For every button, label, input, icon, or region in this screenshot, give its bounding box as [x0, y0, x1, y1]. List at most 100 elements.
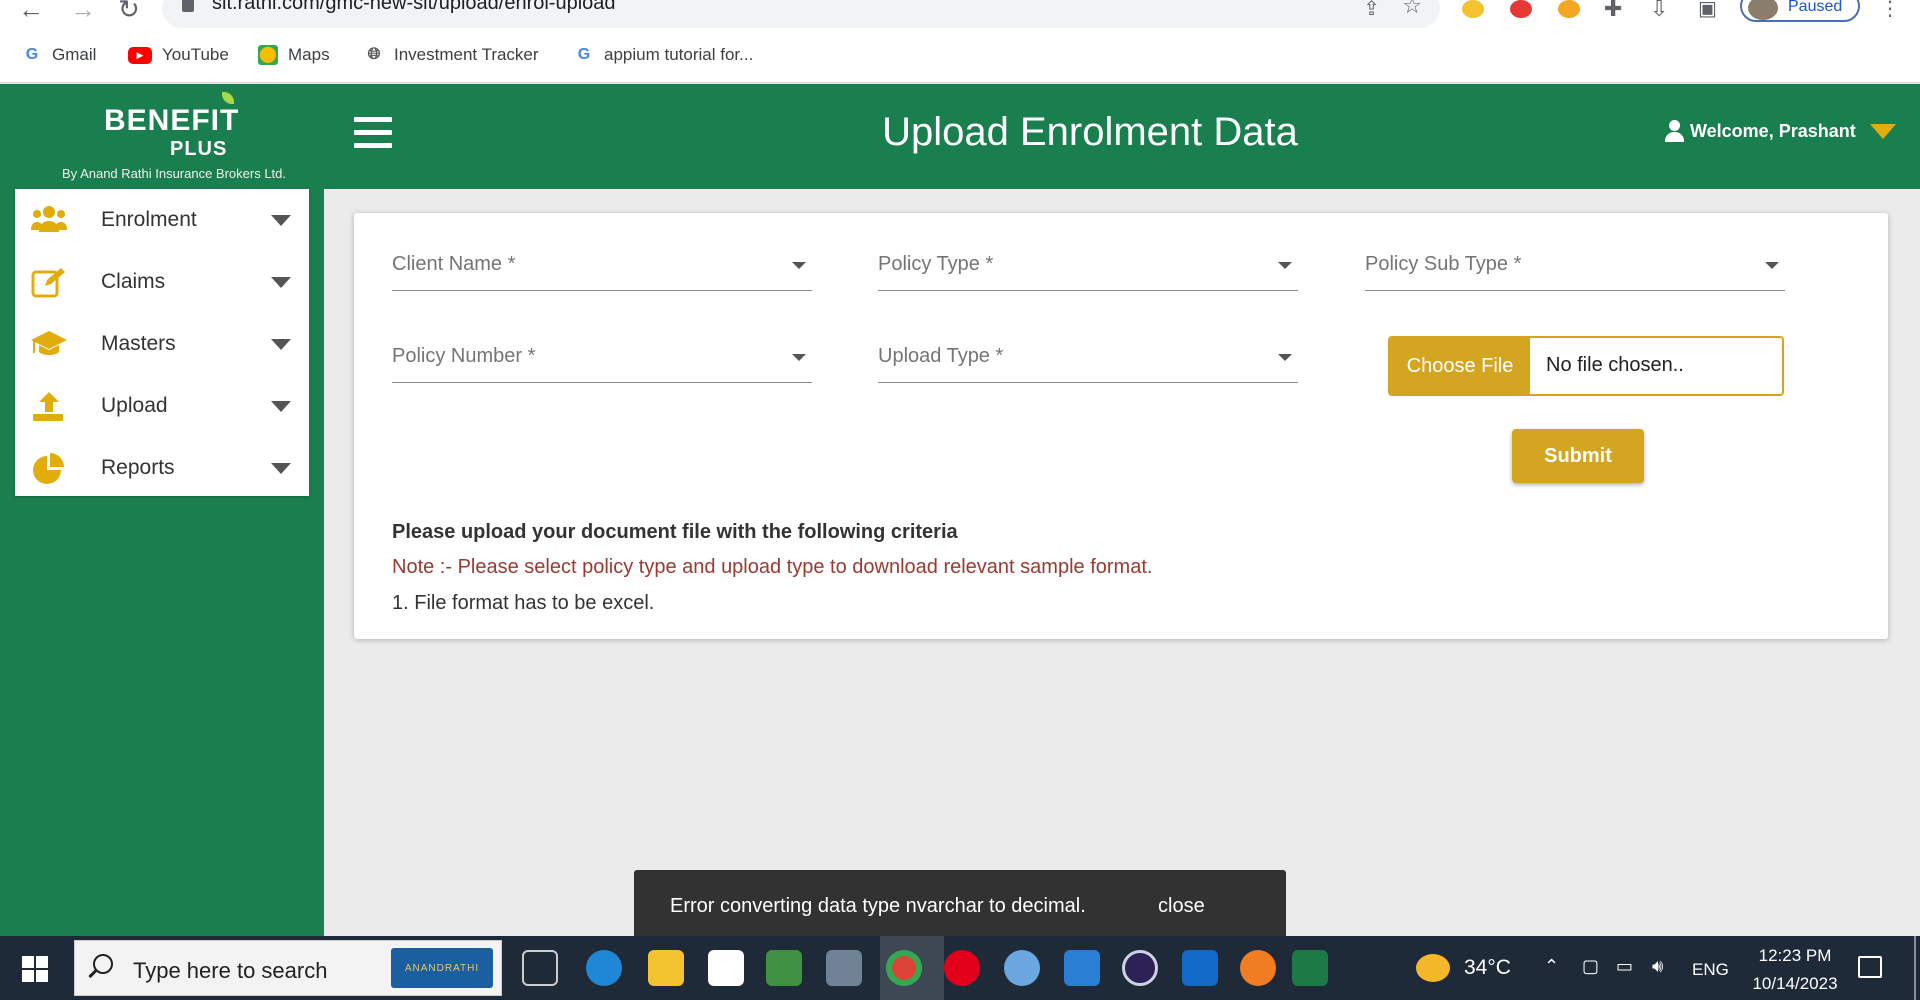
meet-now-icon[interactable]: ▢	[1582, 956, 1599, 977]
clock-time[interactable]: 12:23 PM	[1752, 946, 1838, 966]
sidebar-item-label: Upload	[101, 394, 168, 417]
store-icon[interactable]	[708, 950, 744, 986]
bookmark-label: YouTube	[162, 45, 229, 64]
search-highlight-logo[interactable]: ANANDRATHI	[391, 948, 493, 988]
bookmark-label: appium tutorial for...	[604, 45, 754, 64]
task-view-icon[interactable]	[522, 950, 558, 986]
sidebar-item-claims[interactable]: Claims	[15, 251, 309, 313]
extension-icon[interactable]	[1462, 0, 1484, 18]
app-header: BENEFIT PLUS By Anand Rathi Insurance Br…	[0, 84, 1920, 189]
mail-icon[interactable]	[1064, 950, 1100, 986]
criteria-item: 1. File format has to be excel.	[392, 592, 655, 614]
notification-icon[interactable]	[1858, 956, 1882, 978]
caret-down-icon	[271, 276, 291, 288]
bookmark-maps[interactable]: ⬤ Maps	[258, 43, 330, 67]
policy-sub-type-select[interactable]: Policy Sub Type *	[1365, 245, 1785, 291]
bookmark-youtube[interactable]: ▶ YouTube	[128, 43, 229, 67]
page-title: Upload Enrolment Data	[882, 110, 1298, 154]
calculator-icon[interactable]	[826, 950, 862, 986]
criteria-title: Please upload your document file with th…	[392, 521, 958, 543]
taskbar-search[interactable]: Type here to search ANANDRATHI	[74, 940, 502, 996]
client-name-placeholder: Client Name *	[392, 253, 516, 275]
sidebar-item-masters[interactable]: Masters	[15, 313, 309, 375]
policy-type-placeholder: Policy Type *	[878, 253, 994, 275]
sidebar-item-upload[interactable]: Upload	[15, 375, 309, 437]
bookmark-appium[interactable]: G appium tutorial for...	[574, 43, 754, 67]
avatar	[1748, 0, 1778, 20]
file-input[interactable]: Choose File No file chosen..	[1388, 336, 1784, 396]
address-bar[interactable]: sit.rathi.com/gmc-new-sit/upload/enrol-u…	[162, 0, 1440, 28]
upload-type-select[interactable]: Upload Type *	[878, 337, 1298, 383]
show-desktop-button[interactable]	[1914, 936, 1916, 1000]
error-snackbar: Error converting data type nvarchar to d…	[634, 870, 1286, 942]
clock-date[interactable]: 10/14/2023	[1742, 974, 1848, 994]
bookmark-gmail[interactable]: G Gmail	[22, 43, 97, 67]
dropdown-arrow-icon	[792, 262, 806, 269]
policy-number-select[interactable]: Policy Number *	[392, 337, 812, 383]
upload-type-placeholder: Upload Type *	[878, 345, 1004, 367]
caret-down-icon	[1869, 123, 1896, 139]
volume-icon[interactable]: 🔊︎	[1652, 956, 1663, 977]
error-message: Error converting data type nvarchar to d…	[670, 895, 1086, 917]
policy-sub-type-placeholder: Policy Sub Type *	[1365, 253, 1522, 275]
bookmark-label: Maps	[288, 45, 330, 64]
bookmarks-bar: G Gmail ▶ YouTube ⬤ Maps 🌐︎ Investment T…	[0, 28, 1920, 83]
upload-form-card: Client Name * Policy Type * Policy Sub T…	[354, 213, 1888, 639]
download-icon[interactable]: ⇩	[1650, 0, 1668, 22]
user-menu[interactable]: Welcome, Prashant	[1664, 120, 1896, 142]
sidepanel-icon[interactable]: ▣	[1698, 0, 1717, 21]
reload-icon[interactable]: ↻	[118, 0, 140, 25]
back-icon[interactable]: ←	[18, 0, 44, 25]
caret-down-icon	[271, 462, 291, 474]
submit-button[interactable]: Submit	[1512, 429, 1644, 483]
client-name-select[interactable]: Client Name *	[392, 245, 812, 291]
windows-start-icon[interactable]	[22, 956, 48, 982]
file-explorer-icon[interactable]	[648, 950, 684, 986]
choose-file-button[interactable]: Choose File	[1390, 338, 1530, 394]
caret-down-icon	[271, 214, 291, 226]
maps-icon: ⬤	[258, 45, 278, 65]
chevron-up-icon[interactable]: ⌃	[1544, 956, 1559, 977]
sidebar-item-label: Reports	[101, 456, 175, 479]
users-icon	[31, 206, 67, 232]
photos-icon[interactable]	[766, 950, 802, 986]
bookmark-star-icon[interactable]: ☆	[1402, 0, 1422, 19]
excel-icon[interactable]	[1292, 950, 1328, 986]
sidebar-item-enrolment[interactable]: Enrolment	[15, 189, 309, 251]
more-icon[interactable]: ⋮	[1880, 0, 1900, 21]
sidebar-item-reports[interactable]: Reports	[15, 437, 309, 499]
windows-taskbar: Type here to search ANANDRATHI 34°C ⌃ ▢ …	[0, 936, 1920, 1000]
user-icon	[1664, 120, 1684, 142]
battery-icon[interactable]: ▭	[1616, 956, 1633, 977]
puzzle-icon[interactable]: ✚	[1604, 0, 1622, 22]
edge-icon[interactable]	[586, 950, 622, 986]
eclipse-icon[interactable]	[1122, 950, 1158, 986]
weather-temperature[interactable]: 34°C	[1464, 956, 1511, 980]
sidebar-item-label: Masters	[101, 332, 176, 355]
postman-icon[interactable]	[1240, 950, 1276, 986]
sidebar-item-label: Claims	[101, 270, 166, 293]
forward-icon[interactable]: →	[70, 0, 96, 25]
sidebar-item-label: Enrolment	[101, 208, 197, 231]
chrome-icon[interactable]	[886, 950, 922, 986]
language-indicator[interactable]: ENG	[1692, 960, 1729, 980]
dropdown-arrow-icon	[1278, 354, 1292, 361]
safari-icon[interactable]	[1004, 950, 1040, 986]
share-icon[interactable]: ⇪	[1363, 0, 1380, 21]
address-url[interactable]: sit.rathi.com/gmc-new-sit/upload/enrol-u…	[212, 0, 616, 15]
close-button[interactable]: close	[1158, 895, 1205, 918]
search-icon	[93, 954, 113, 974]
dropdown-arrow-icon	[1278, 262, 1292, 269]
extension-icon[interactable]	[1510, 0, 1532, 18]
profile-status: Paused	[1788, 0, 1843, 15]
extension-icon[interactable]	[1558, 0, 1580, 18]
bookmark-investment-tracker[interactable]: 🌐︎ Investment Tracker	[364, 43, 539, 67]
profile-button[interactable]: Paused	[1740, 0, 1860, 22]
opera-icon[interactable]	[944, 950, 980, 986]
outlook-icon[interactable]	[1182, 950, 1218, 986]
policy-type-select[interactable]: Policy Type *	[878, 245, 1298, 291]
caret-down-icon	[271, 338, 291, 350]
file-status: No file chosen..	[1546, 354, 1684, 376]
weather-icon[interactable]	[1416, 954, 1450, 982]
welcome-text: Welcome, Prashant	[1690, 120, 1856, 141]
